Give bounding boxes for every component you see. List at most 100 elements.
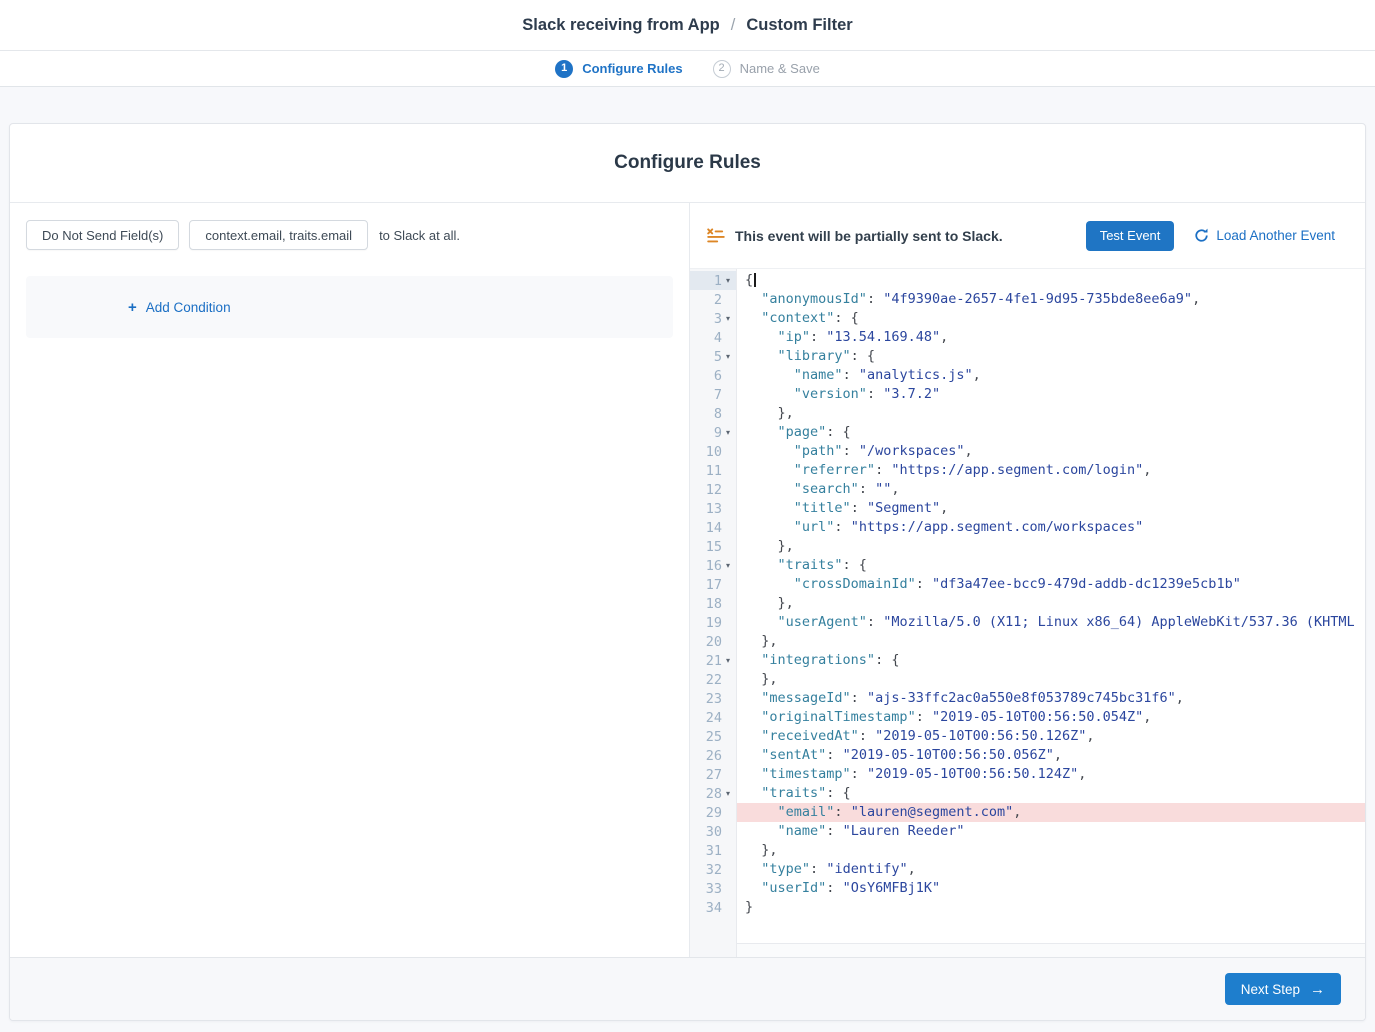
code-line[interactable]: "referrer": "https://app.segment.com/log… bbox=[745, 461, 1365, 480]
gutter-line: 3▾ bbox=[690, 309, 736, 328]
code-line[interactable]: }, bbox=[745, 404, 1365, 423]
json-key: "version" bbox=[794, 386, 867, 402]
gutter-line: 27 bbox=[690, 765, 736, 784]
step-name-and-save[interactable]: 2 Name & Save bbox=[713, 60, 820, 78]
partial-event-icon bbox=[707, 228, 725, 243]
line-number: 13 bbox=[706, 501, 722, 517]
json-key: "page" bbox=[778, 424, 827, 440]
json-punctuation: : bbox=[826, 880, 842, 896]
code-line[interactable]: "type": "identify", bbox=[745, 860, 1365, 879]
line-number: 29 bbox=[706, 805, 722, 821]
gutter-line: 17 bbox=[690, 575, 736, 594]
json-key: "timestamp" bbox=[761, 766, 850, 782]
load-another-event-link[interactable]: Load Another Event bbox=[1194, 228, 1335, 243]
json-value: "df3a47ee-bcc9-479d-addb-dc1239e5cb1b" bbox=[932, 576, 1241, 592]
line-number: 16 bbox=[706, 558, 722, 574]
json-punctuation: , bbox=[973, 367, 981, 383]
code-line[interactable]: "sentAt": "2019-05-10T00:56:50.056Z", bbox=[745, 746, 1365, 765]
step-configure-rules[interactable]: 1 Configure Rules bbox=[555, 60, 682, 78]
code-line[interactable]: "context": { bbox=[745, 309, 1365, 328]
fold-arrow-icon[interactable]: ▾ bbox=[722, 656, 734, 665]
json-key: "traits" bbox=[761, 785, 826, 801]
code-line[interactable]: "page": { bbox=[745, 423, 1365, 442]
code-line[interactable]: "email": "lauren@segment.com", bbox=[737, 803, 1365, 822]
code-line[interactable]: { bbox=[745, 271, 1365, 290]
editor-code[interactable]: { "anonymousId": "4f9390ae-2657-4fe1-9d9… bbox=[737, 269, 1365, 943]
json-punctuation: : bbox=[826, 747, 842, 763]
code-line[interactable]: "userId": "OsY6MFBj1K" bbox=[745, 879, 1365, 898]
json-value: "identify" bbox=[826, 861, 907, 877]
event-preview-panel: This event will be partially sent to Sla… bbox=[690, 203, 1365, 957]
line-number: 14 bbox=[706, 520, 722, 536]
code-line[interactable]: } bbox=[745, 898, 1365, 917]
json-punctuation: , bbox=[1176, 690, 1184, 706]
gutter-line: 8 bbox=[690, 404, 736, 423]
rule-fields-button[interactable]: context.email, traits.email bbox=[189, 220, 368, 250]
json-value: "2019-05-10T00:56:50.126Z" bbox=[875, 728, 1086, 744]
json-punctuation: : { bbox=[826, 424, 850, 440]
gutter-line: 6 bbox=[690, 366, 736, 385]
json-value: "13.54.169.48" bbox=[826, 329, 940, 345]
fold-arrow-icon[interactable]: ▾ bbox=[722, 276, 734, 285]
code-line[interactable]: }, bbox=[745, 670, 1365, 689]
gutter-line: 32 bbox=[690, 860, 736, 879]
next-step-label: Next Step bbox=[1241, 982, 1300, 997]
gutter-line: 16▾ bbox=[690, 556, 736, 575]
code-line[interactable]: "version": "3.7.2" bbox=[745, 385, 1365, 404]
code-line[interactable]: }, bbox=[745, 594, 1365, 613]
step-1-circle: 1 bbox=[555, 60, 573, 78]
code-line[interactable]: "messageId": "ajs-33ffc2ac0a550e8f053789… bbox=[745, 689, 1365, 708]
json-punctuation: { bbox=[745, 272, 753, 288]
code-line[interactable]: "crossDomainId": "df3a47ee-bcc9-479d-add… bbox=[745, 575, 1365, 594]
code-line[interactable]: "ip": "13.54.169.48", bbox=[745, 328, 1365, 347]
code-line[interactable]: "anonymousId": "4f9390ae-2657-4fe1-9d95-… bbox=[745, 290, 1365, 309]
code-line[interactable]: "name": "Lauren Reeder" bbox=[745, 822, 1365, 841]
code-line[interactable]: "title": "Segment", bbox=[745, 499, 1365, 518]
add-condition-button[interactable]: + Add Condition bbox=[128, 300, 231, 315]
fold-arrow-icon[interactable]: ▾ bbox=[722, 789, 734, 798]
json-key: "crossDomainId" bbox=[794, 576, 916, 592]
json-key: "receivedAt" bbox=[761, 728, 859, 744]
json-key: "userAgent" bbox=[778, 614, 867, 630]
json-punctuation: } bbox=[745, 899, 753, 915]
code-line[interactable]: "receivedAt": "2019-05-10T00:56:50.126Z"… bbox=[745, 727, 1365, 746]
editor-horizontal-scrollbar[interactable] bbox=[737, 943, 1365, 957]
code-line[interactable]: "library": { bbox=[745, 347, 1365, 366]
next-step-button[interactable]: Next Step → bbox=[1225, 973, 1341, 1005]
json-key: "traits" bbox=[778, 557, 843, 573]
code-line[interactable]: "search": "", bbox=[745, 480, 1365, 499]
code-line[interactable]: "originalTimestamp": "2019-05-10T00:56:5… bbox=[745, 708, 1365, 727]
fold-arrow-icon[interactable]: ▾ bbox=[722, 352, 734, 361]
json-value: "analytics.js" bbox=[859, 367, 973, 383]
code-line[interactable]: "url": "https://app.segment.com/workspac… bbox=[745, 518, 1365, 537]
editor-code-wrap: { "anonymousId": "4f9390ae-2657-4fe1-9d9… bbox=[737, 269, 1365, 957]
gutter-line: 26 bbox=[690, 746, 736, 765]
code-line[interactable]: "name": "analytics.js", bbox=[745, 366, 1365, 385]
json-event-editor[interactable]: 1▾23▾45▾6789▾10111213141516▾1718192021▾2… bbox=[690, 268, 1365, 957]
code-line[interactable]: }, bbox=[745, 632, 1365, 651]
gutter-line: 25 bbox=[690, 727, 736, 746]
code-line[interactable]: }, bbox=[745, 841, 1365, 860]
code-line[interactable]: "traits": { bbox=[745, 784, 1365, 803]
fold-arrow-icon[interactable]: ▾ bbox=[722, 428, 734, 437]
rule-row: Do Not Send Field(s) context.email, trai… bbox=[26, 220, 689, 250]
code-line[interactable]: "path": "/workspaces", bbox=[745, 442, 1365, 461]
fold-arrow-icon[interactable]: ▾ bbox=[722, 561, 734, 570]
code-line[interactable]: "timestamp": "2019-05-10T00:56:50.124Z", bbox=[745, 765, 1365, 784]
event-status-bar: This event will be partially sent to Sla… bbox=[690, 203, 1365, 268]
json-punctuation: , bbox=[1192, 291, 1200, 307]
code-line[interactable]: "userAgent": "Mozilla/5.0 (X11; Linux x8… bbox=[745, 613, 1365, 632]
breadcrumb-primary: Slack receiving from App bbox=[522, 16, 719, 35]
line-number: 12 bbox=[706, 482, 722, 498]
json-punctuation: : { bbox=[851, 348, 875, 364]
code-line[interactable]: "traits": { bbox=[745, 556, 1365, 575]
json-punctuation: , bbox=[940, 329, 948, 345]
json-key: "type" bbox=[761, 861, 810, 877]
top-header-bar: Slack receiving from App / Custom Filter bbox=[0, 0, 1375, 51]
fold-arrow-icon[interactable]: ▾ bbox=[722, 314, 734, 323]
gutter-line: 4 bbox=[690, 328, 736, 347]
test-event-button[interactable]: Test Event bbox=[1086, 221, 1175, 251]
code-line[interactable]: }, bbox=[745, 537, 1365, 556]
rule-action-button[interactable]: Do Not Send Field(s) bbox=[26, 220, 179, 250]
code-line[interactable]: "integrations": { bbox=[745, 651, 1365, 670]
